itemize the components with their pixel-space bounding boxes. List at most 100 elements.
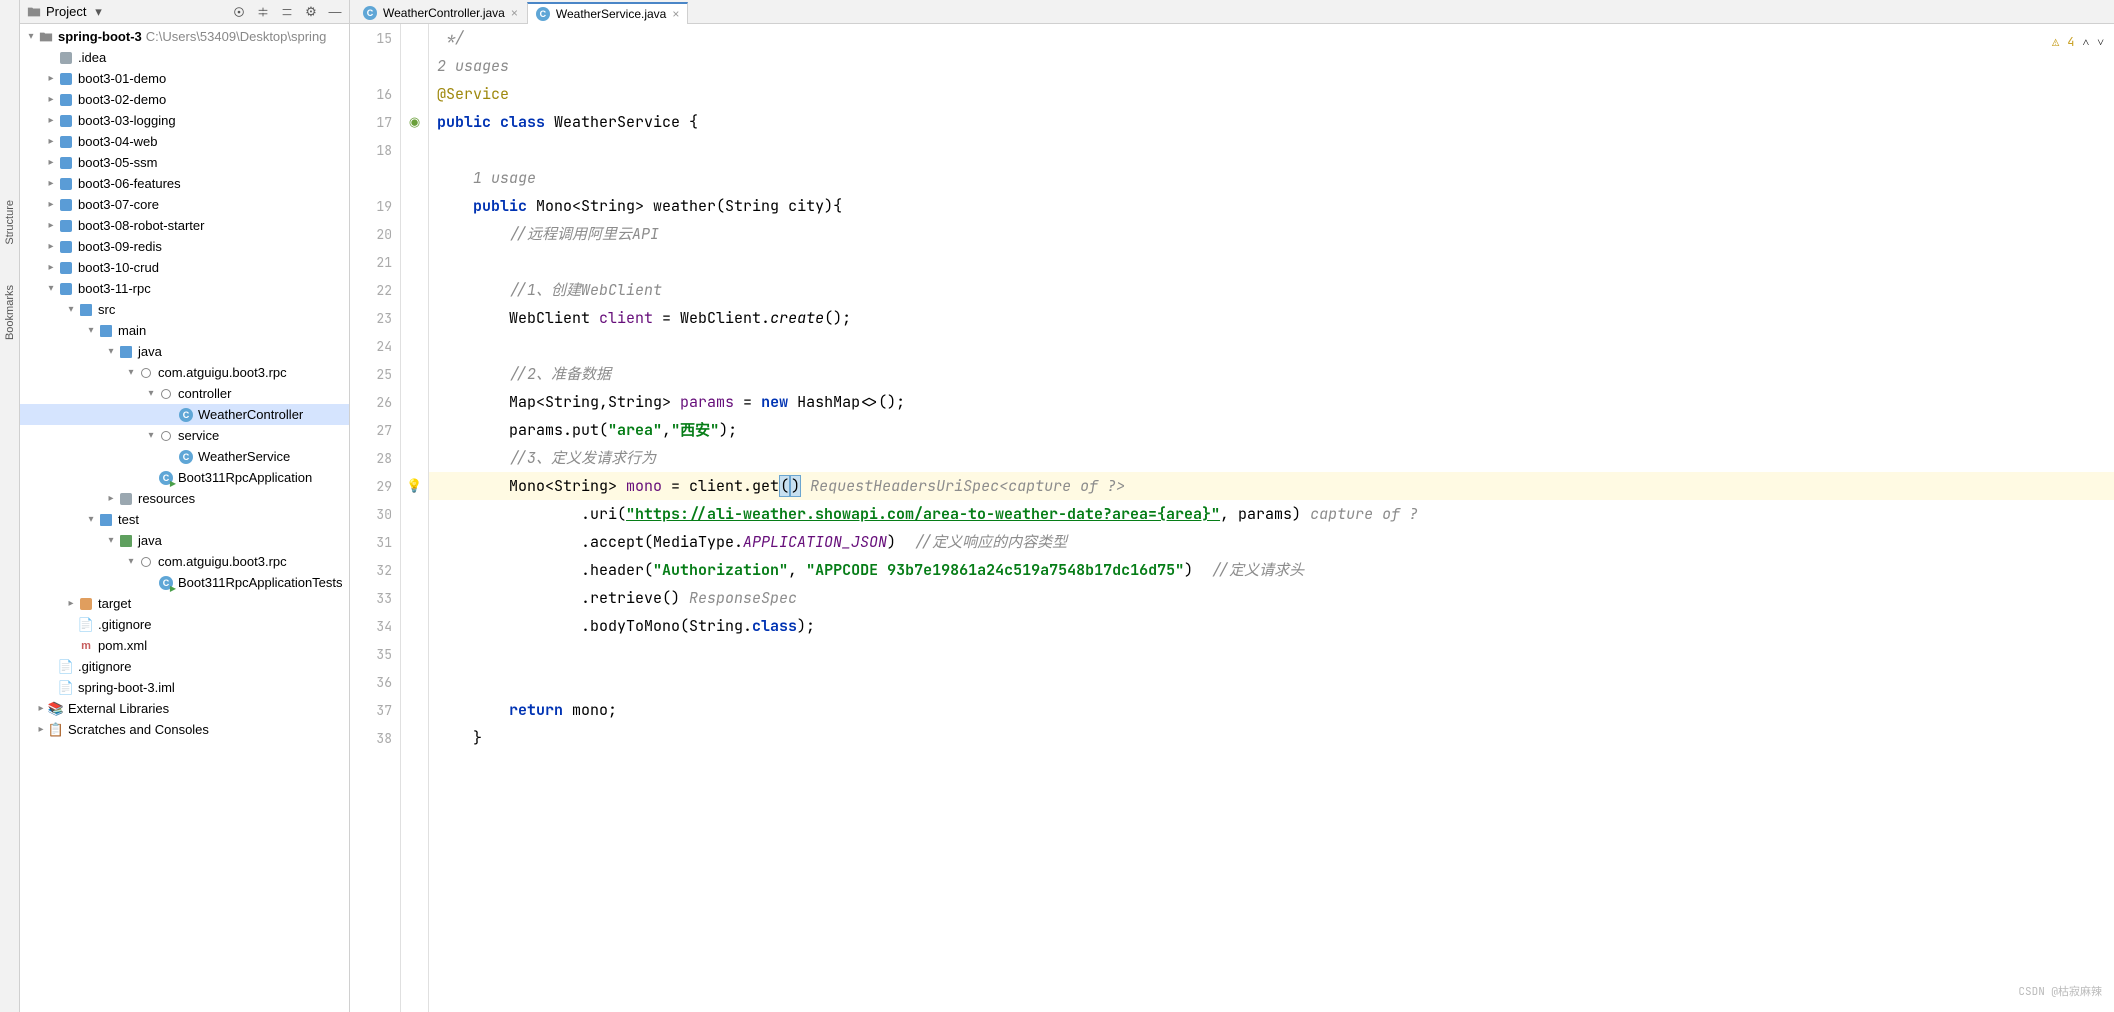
project-tool-window: Project ▾ ⚙ — ▾ spring-boot-3 C:\Users\5… xyxy=(20,0,350,1012)
tree-item[interactable]: ▸ boot3-02-demo xyxy=(20,89,349,110)
tab-weather-controller[interactable]: C WeatherController.java × xyxy=(354,2,527,23)
project-title[interactable]: Project xyxy=(46,4,86,19)
tree-item[interactable]: ▸boot3-06-features xyxy=(20,173,349,194)
expand-all-icon[interactable] xyxy=(255,4,271,20)
expand-arrow-icon[interactable]: ▾ xyxy=(84,514,98,525)
tree-item-label: .gitignore xyxy=(98,617,151,632)
expand-arrow-icon[interactable]: ▾ xyxy=(124,367,138,378)
tree-item-label: test xyxy=(118,512,139,527)
tree-item[interactable]: CWeatherController xyxy=(20,404,349,425)
tree-item[interactable]: ▾com.atguigu.boot3.rpc xyxy=(20,551,349,572)
inspections-widget[interactable]: ⚠ 4 ˄ ˅ xyxy=(2052,28,2104,56)
tree-item[interactable]: ▾ test xyxy=(20,509,349,530)
bulb-icon[interactable]: 💡 xyxy=(406,478,422,494)
chevron-up-icon[interactable]: ˄ xyxy=(2082,28,2089,56)
close-icon[interactable]: × xyxy=(672,7,679,21)
usages-hint[interactable]: 2 usages xyxy=(437,56,509,76)
expand-arrow-icon[interactable]: ▾ xyxy=(124,556,138,567)
expand-arrow-icon[interactable]: ▸ xyxy=(44,94,58,105)
rail-bookmarks[interactable]: Bookmarks xyxy=(4,285,16,340)
tree-item[interactable]: ▸ boot3-03-logging xyxy=(20,110,349,131)
tree-item-label: target xyxy=(98,596,131,611)
tree-item[interactable]: 📄spring-boot-3.iml xyxy=(20,677,349,698)
usages-hint[interactable]: 1 usage xyxy=(473,168,536,188)
tree-item[interactable]: ▸boot3-07-core xyxy=(20,194,349,215)
tab-weather-service[interactable]: C WeatherService.java × xyxy=(527,2,689,24)
tree-item[interactable]: ▸boot3-09-redis xyxy=(20,236,349,257)
chevron-down-icon[interactable]: ▾ xyxy=(90,4,106,20)
expand-arrow-icon[interactable]: ▸ xyxy=(44,157,58,168)
expand-arrow-icon[interactable]: ▾ xyxy=(144,388,158,399)
tree-item[interactable]: ▾ java xyxy=(20,530,349,551)
expand-arrow-icon[interactable]: ▸ xyxy=(64,598,78,609)
hide-icon[interactable]: — xyxy=(327,4,343,20)
expand-arrow-icon[interactable]: ▸ xyxy=(44,136,58,147)
tree-item[interactable]: ▾service xyxy=(20,425,349,446)
expand-arrow-icon[interactable]: ▸ xyxy=(44,241,58,252)
tree-item[interactable]: CWeatherService xyxy=(20,446,349,467)
chevron-down-icon[interactable]: ˅ xyxy=(2097,28,2104,56)
expand-arrow-icon[interactable]: ▸ xyxy=(34,703,48,714)
rail-structure[interactable]: Structure xyxy=(4,200,16,245)
line-number: 27 xyxy=(350,416,400,444)
tree-item[interactable]: ▸resources xyxy=(20,488,349,509)
expand-arrow-icon[interactable]: ▾ xyxy=(64,304,78,315)
tree-item-label: boot3-08-robot-starter xyxy=(78,218,204,233)
expand-arrow-icon[interactable]: ▾ xyxy=(84,325,98,336)
tree-item-label: controller xyxy=(178,386,231,401)
tree-item[interactable]: ▾com.atguigu.boot3.rpc xyxy=(20,362,349,383)
tree-item[interactable]: ▾boot3-11-rpc xyxy=(20,278,349,299)
tree-item[interactable]: ▸ boot3-08-robot-starter xyxy=(20,215,349,236)
tree-item-label: Scratches and Consoles xyxy=(68,722,209,737)
tree-item[interactable]: .idea xyxy=(20,47,349,68)
tree-item[interactable]: ▸📚External Libraries xyxy=(20,698,349,719)
expand-arrow-icon[interactable]: ▸ xyxy=(44,220,58,231)
tree-item[interactable]: C▶Boot311RpcApplicationTests xyxy=(20,572,349,593)
project-tree[interactable]: ▾ spring-boot-3 C:\Users\53409\Desktop\s… xyxy=(20,24,349,1012)
tree-item[interactable]: 📄.gitignore xyxy=(20,656,349,677)
tree-item[interactable]: ▾src xyxy=(20,299,349,320)
expand-arrow-icon[interactable]: ▸ xyxy=(44,199,58,210)
line-number: 20 xyxy=(350,220,400,248)
expand-arrow-icon[interactable]: ▾ xyxy=(144,430,158,441)
expand-arrow-icon[interactable]: ▸ xyxy=(34,724,48,735)
code-editor[interactable]: ⚠ 4 ˄ ˅ */ 2 usages @Service public clas… xyxy=(429,24,2114,1012)
editor-tabs: C WeatherController.java × C WeatherServ… xyxy=(350,0,2114,24)
tree-item[interactable]: ▸ target xyxy=(20,593,349,614)
tree-item[interactable]: 📄.gitignore xyxy=(20,614,349,635)
watermark: CSDN @枯寂麻辣 xyxy=(2018,978,2102,1006)
tree-item[interactable]: C▶Boot311RpcApplication xyxy=(20,467,349,488)
tree-item[interactable]: ▸boot3-05-ssm xyxy=(20,152,349,173)
expand-arrow-icon[interactable]: ▾ xyxy=(104,535,118,546)
tree-item-label: boot3-10-crud xyxy=(78,260,159,275)
tree-item[interactable]: ▸boot3-01-demo xyxy=(20,68,349,89)
tree-item-label: boot3-02-demo xyxy=(78,92,166,107)
tree-item[interactable]: ▸ boot3-10-crud xyxy=(20,257,349,278)
gear-icon[interactable]: ⚙ xyxy=(303,4,319,20)
tree-item[interactable]: ▾java xyxy=(20,341,349,362)
expand-arrow-icon[interactable]: ▸ xyxy=(44,262,58,273)
expand-arrow-icon[interactable]: ▾ xyxy=(44,283,58,294)
expand-arrow-icon[interactable]: ▸ xyxy=(44,73,58,84)
tree-item[interactable]: ▸📋Scratches and Consoles xyxy=(20,719,349,740)
expand-arrow-icon[interactable]: ▸ xyxy=(44,178,58,189)
tree-item[interactable]: ▾ controller xyxy=(20,383,349,404)
line-number: 33 xyxy=(350,584,400,612)
expand-arrow-icon[interactable]: ▾ xyxy=(104,346,118,357)
tree-root[interactable]: ▾ spring-boot-3 C:\Users\53409\Desktop\s… xyxy=(20,26,349,47)
warning-count: 4 xyxy=(2067,28,2074,56)
locate-icon[interactable] xyxy=(231,4,247,20)
tree-item[interactable]: ▾main xyxy=(20,320,349,341)
tree-item-label: boot3-03-logging xyxy=(78,113,176,128)
tree-item-label: spring-boot-3.iml xyxy=(78,680,175,695)
bean-icon[interactable]: ◉ xyxy=(409,114,420,130)
tree-item-label: java xyxy=(138,533,162,548)
editor-pane: C WeatherController.java × C WeatherServ… xyxy=(350,0,2114,1012)
expand-arrow-icon[interactable]: ▸ xyxy=(104,493,118,504)
gutter-icons: ◉💡 xyxy=(401,24,429,1012)
tree-item[interactable]: ▸boot3-04-web xyxy=(20,131,349,152)
tree-item[interactable]: mpom.xml xyxy=(20,635,349,656)
expand-arrow-icon[interactable]: ▸ xyxy=(44,115,58,126)
collapse-all-icon[interactable] xyxy=(279,4,295,20)
close-icon[interactable]: × xyxy=(511,6,518,20)
